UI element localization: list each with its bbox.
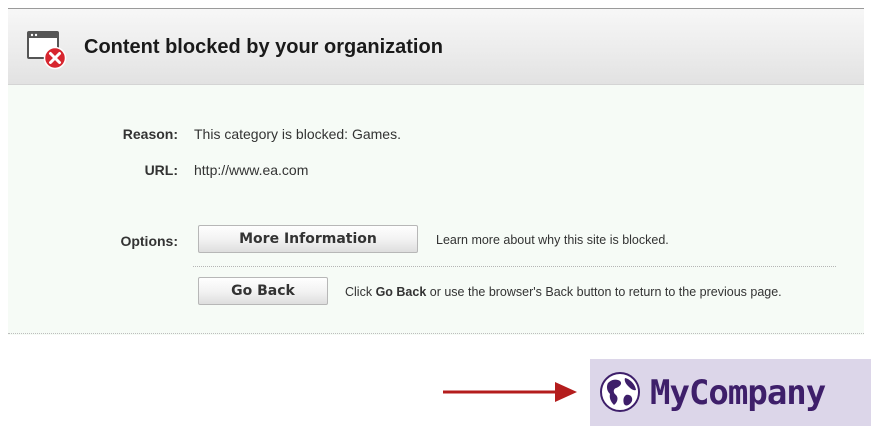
url-label: URL: xyxy=(144,162,178,178)
reason-label: Reason: xyxy=(122,126,178,142)
url-value: http://www.ea.com xyxy=(194,162,309,178)
panel-bottom-divider xyxy=(8,333,864,334)
company-logo-text: MyCompany xyxy=(650,373,826,413)
page-header: Content blocked by your organization xyxy=(8,9,864,85)
more-information-description: Learn more about why this site is blocke… xyxy=(436,233,669,247)
page-title: Content blocked by your organization xyxy=(84,36,443,58)
go-back-button[interactable]: Go Back xyxy=(198,277,328,305)
go-back-desc-bold: Go Back xyxy=(375,285,427,299)
options-label: Options: xyxy=(120,233,178,249)
go-back-desc-suffix: or use the browser's Back button to retu… xyxy=(426,285,782,299)
reason-value: This category is blocked: Games. xyxy=(194,126,401,142)
block-page-panel: Content blocked by your organization Rea… xyxy=(8,8,864,335)
right-arrow-icon xyxy=(443,382,577,402)
more-information-button[interactable]: More Information xyxy=(198,225,418,253)
globe-icon xyxy=(600,372,640,412)
browser-window-blocked-icon xyxy=(27,31,67,70)
company-logo: MyCompany xyxy=(590,359,871,426)
go-back-description: Click Go Back or use the browser's Back … xyxy=(345,285,782,299)
go-back-desc-prefix: Click xyxy=(345,285,376,299)
options-divider xyxy=(193,266,836,267)
